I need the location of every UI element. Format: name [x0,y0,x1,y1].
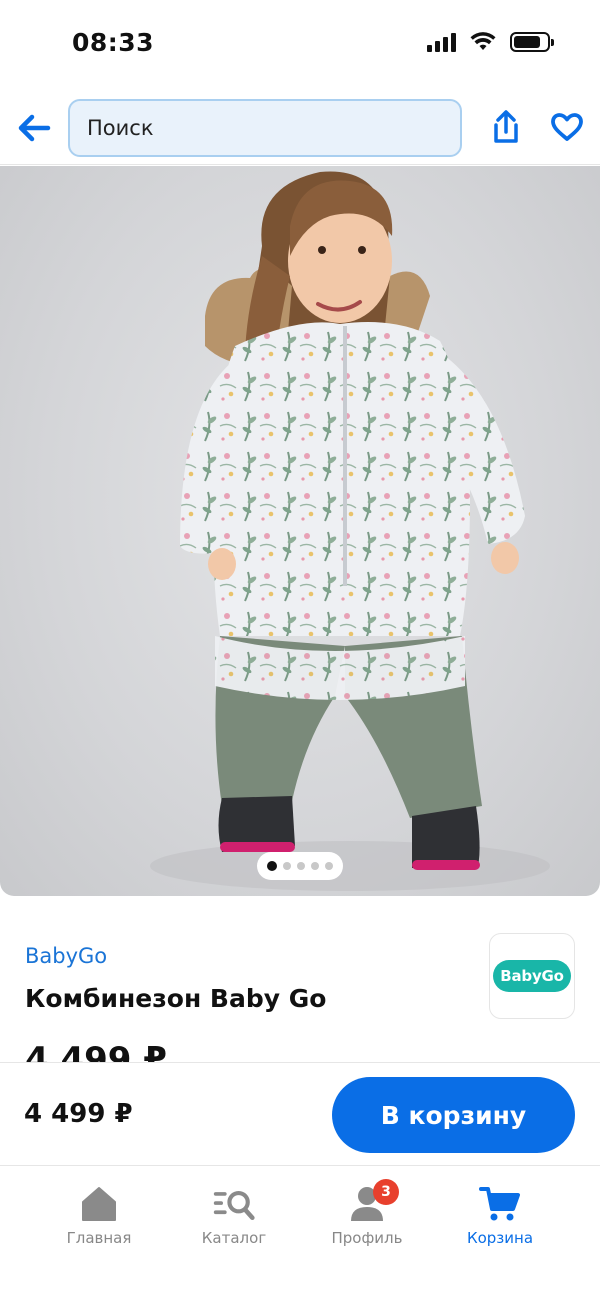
tab-bar: Главная Каталог 3 Профиль Корзина [0,1167,600,1300]
profile-icon: 3 [345,1179,399,1225]
buy-bar: 4 499 ₽ В корзину [0,1062,600,1166]
battery-icon [510,32,554,52]
product-image-gallery[interactable] [0,166,600,896]
brand-link[interactable]: BabyGo [25,944,107,968]
buy-bar-price: 4 499 ₽ [24,1099,133,1129]
home-icon [77,1183,121,1225]
back-button[interactable] [14,108,54,148]
tab-profile[interactable]: 3 Профиль [312,1179,422,1253]
product-photo [150,171,550,891]
status-time: 08:33 [72,28,155,57]
product-title: Комбинезон Baby Go [25,984,327,1013]
tab-cart[interactable]: Корзина [445,1183,555,1253]
gallery-dot[interactable] [283,862,291,870]
tab-home[interactable]: Главная [44,1183,154,1253]
gallery-dot[interactable] [311,862,319,870]
arrow-left-icon [18,114,51,142]
top-bar: Поиск [0,90,600,165]
status-icons [427,32,554,52]
tab-catalog[interactable]: Каталог [179,1183,289,1253]
tab-catalog-label: Каталог [201,1229,267,1247]
status-bar: 08:33 [0,0,600,90]
brand-logo[interactable]: BabyGo [489,933,575,1019]
heart-icon [551,113,583,141]
gallery-dot[interactable] [297,862,305,870]
favorite-button[interactable] [546,106,588,148]
wifi-icon [470,32,496,50]
gallery-pagination[interactable] [257,852,343,880]
tab-home-label: Главная [66,1229,132,1247]
cart-icon [478,1183,522,1225]
share-button[interactable] [486,106,526,148]
add-to-cart-button[interactable]: В корзину [332,1077,575,1153]
gallery-dot[interactable] [267,861,277,871]
signal-icon [427,32,456,52]
tab-profile-label: Профиль [331,1229,403,1247]
profile-badge: 3 [373,1179,399,1205]
share-icon [494,110,518,143]
brand-logo-text: BabyGo [493,960,571,992]
catalog-search-icon [212,1183,256,1225]
tab-cart-label: Корзина [466,1229,534,1247]
search-input[interactable]: Поиск [68,99,462,157]
product-info: BabyGo Комбинезон Baby Go 4 499 ₽ BabyGo [0,908,600,1068]
gallery-dot[interactable] [325,862,333,870]
search-placeholder: Поиск [87,116,154,140]
